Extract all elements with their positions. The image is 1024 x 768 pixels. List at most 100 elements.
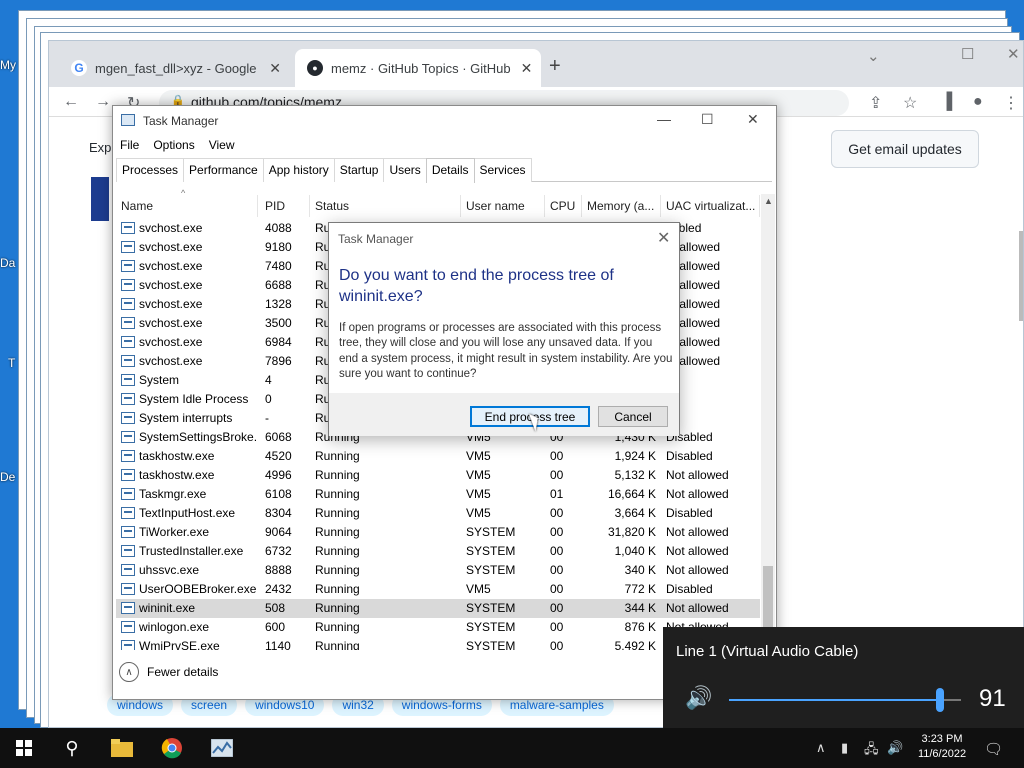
table-row[interactable]: wininit.exe 508 Running SYSTEM 00 344 K Not al… [116,599,760,618]
close-icon[interactable]: ✕ [747,111,759,128]
process-status-cell: Running [315,449,360,463]
process-uac-cell: ot allowed [666,335,721,349]
menu-view[interactable]: View [209,138,235,152]
chrome-icon[interactable] [148,728,196,768]
file-explorer-icon[interactable] [98,728,146,768]
tab-startup[interactable]: Startup [333,158,385,182]
process-user-cell: VM5 [466,487,491,501]
usb-device-icon[interactable]: ▮ [841,740,848,756]
tab-search-chevron-icon[interactable]: ⌄ [867,47,880,65]
maximize-icon[interactable]: ☐ [961,45,974,63]
column-header-status[interactable]: Status [310,195,461,217]
tab-app-history[interactable]: App history [262,158,335,182]
windows-start-icon[interactable] [0,728,48,768]
column-header-name[interactable]: Name [116,195,258,217]
column-header-memory[interactable]: Memory (a... [582,195,661,217]
menu-file[interactable]: File [120,138,139,152]
share-icon[interactable]: ⇪ [869,93,882,113]
speaker-icon[interactable]: 🔊 [887,740,903,756]
maximize-icon[interactable]: ☐ [701,111,714,128]
table-row[interactable]: uhssvc.exe 8888 Running SYSTEM 00 340 K Not al… [116,561,760,580]
clock[interactable]: 3:23 PM 11/6/2022 [912,732,972,762]
notification-icon[interactable]: 🗨 [984,740,1003,758]
new-tab-button[interactable]: + [549,55,561,78]
get-email-updates-button[interactable]: Get email updates [831,130,979,168]
table-row[interactable]: TrustedInstaller.exe 6732 Running SYSTEM 00 1… [116,542,760,561]
tab-title: memz · GitHub Topics · GitHub [331,60,511,76]
process-user-cell: SYSTEM [466,620,516,634]
table-row[interactable]: taskhostw.exe 4996 Running VM5 00 5,132 K Not … [116,466,760,485]
profile-avatar-icon[interactable]: ● [973,93,983,111]
forward-arrow-icon[interactable]: → [95,93,111,111]
process-name-cell: svchost.exe [121,221,258,235]
volume-slider[interactable] [729,688,961,712]
process-mem-cell: 16,664 K [607,487,656,501]
process-icon [121,298,135,310]
process-uac-cell: ot allowed [666,354,721,368]
desktop-label[interactable]: Da [0,256,20,270]
table-row[interactable]: UserOOBEBroker.exe 2432 Running VM5 00 772 K D… [116,580,760,599]
fewer-details-button[interactable]: ∧ Fewer details [119,662,218,682]
table-scrollbar[interactable]: ▲ ▼ [761,194,775,650]
scroll-up-icon[interactable]: ▲ [764,196,773,206]
show-hidden-icons-chevron-icon[interactable]: ∧ [816,740,826,756]
tab-details[interactable]: Details [425,158,475,183]
volume-flyout: Line 1 (Virtual Audio Cable) 🔊 91 [663,627,1024,728]
speaker-icon[interactable]: 🔊 [685,685,712,711]
desktop-label[interactable]: De [0,470,20,484]
process-name: svchost.exe [139,278,203,292]
close-icon[interactable]: ✕ [1007,45,1020,63]
process-cpu-cell: 00 [550,582,564,596]
table-row[interactable]: TiWorker.exe 9064 Running SYSTEM 00 31,820 K N… [116,523,760,542]
side-panel-icon[interactable]: ▐ [941,93,952,111]
process-icon [121,241,135,253]
tab-services[interactable]: Services [473,158,532,182]
search-icon[interactable]: ⚲ [48,728,96,768]
network-icon[interactable]: 🖧 [864,740,879,762]
star-icon[interactable]: ☆ [903,93,917,113]
process-name-cell: svchost.exe [121,316,258,330]
process-icon [121,545,135,557]
cancel-button[interactable]: Cancel [598,406,668,427]
browser-tab-google[interactable]: G mgen_fast_dll>xyz - Google Sear ✕ [59,49,293,87]
process-status-cell: Running [315,582,360,596]
column-header-cpu[interactable]: CPU [545,195,582,217]
column-header-user[interactable]: User name [461,195,545,217]
column-header-pid[interactable]: PID [260,195,310,217]
process-user-cell: SYSTEM [466,563,516,577]
tab-processes[interactable]: Processes [116,158,185,182]
menu-bar: File Options View [120,138,235,152]
end-process-dialog: Task Manager ✕ Do you want to end the pr… [328,222,680,436]
process-name-cell: TextInputHost.exe [121,506,258,520]
process-uac-cell: Disabled [666,582,713,596]
close-icon[interactable]: ✕ [259,60,281,77]
tab-users[interactable]: Users [383,158,427,182]
minimize-icon[interactable]: — [657,111,671,127]
close-icon[interactable]: ✕ [657,228,670,248]
github-icon: ● [307,60,323,76]
process-icon [121,412,135,424]
task-manager-icon[interactable] [198,728,246,768]
dialog-message: If open programs or processes are associ… [339,322,673,380]
menu-options[interactable]: Options [153,138,194,152]
process-icon [121,393,135,405]
menu-kebab-icon[interactable]: ⋮ [1003,93,1019,113]
table-row[interactable]: taskhostw.exe 4520 Running VM5 00 1,924 K Disa… [116,447,760,466]
desktop-label[interactable]: My [0,58,20,72]
table-row[interactable]: Taskmgr.exe 6108 Running VM5 01 16,664 K Not a… [116,485,760,504]
explore-link[interactable]: Expl [89,140,114,155]
column-header-uac[interactable]: UAC virtualizat... [661,195,760,217]
process-uac-cell: ot allowed [666,278,721,292]
volume-slider-thumb[interactable] [936,688,944,712]
tab-performance[interactable]: Performance [183,158,264,182]
process-name: System [139,373,180,387]
browser-tab-github[interactable]: ● memz · GitHub Topics · GitHub ✕ [295,49,541,87]
scrollbar-thumb[interactable] [1019,231,1023,321]
process-name: uhssvc.exe [139,563,200,577]
table-row[interactable]: TextInputHost.exe 8304 Running VM5 00 3,664 K… [116,504,760,523]
process-name: System interrupts [139,411,233,425]
process-mem-cell: 1,040 K [614,544,656,558]
back-arrow-icon[interactable]: ← [63,93,79,111]
close-icon[interactable]: ✕ [511,60,533,77]
scrollbar-thumb[interactable] [763,566,773,632]
